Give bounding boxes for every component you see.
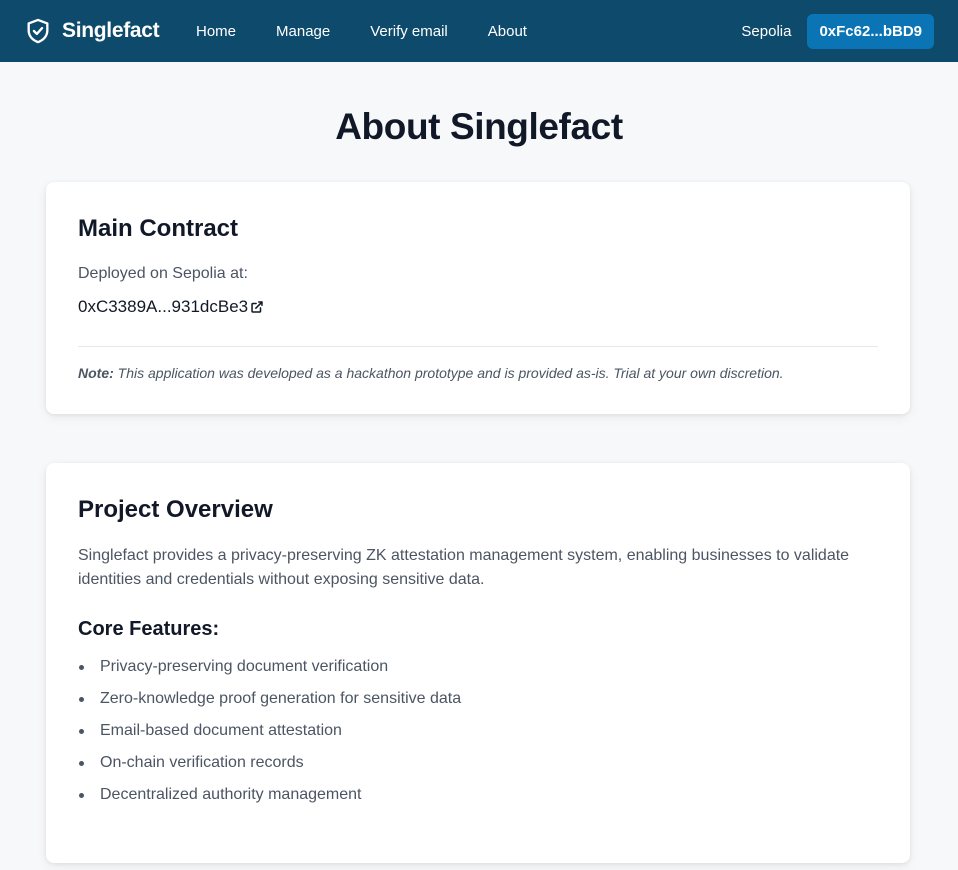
feature-item: Email-based document attestation	[78, 719, 461, 751]
nav-right: Sepolia 0xFc62...bBD9	[741, 13, 934, 49]
note-text: This application was developed as a hack…	[117, 365, 784, 381]
feature-item: Decentralized authority management	[78, 783, 461, 815]
project-description: Singlefact provides a privacy-preserving…	[78, 547, 850, 588]
page-title: About Singlefact	[335, 106, 623, 147]
main-contract-heading: Main Contract	[78, 215, 239, 242]
divider	[78, 346, 878, 347]
wallet-account-button[interactable]: 0xFc62...bBD9	[807, 13, 934, 49]
core-features-heading: Core Features:	[78, 618, 220, 640]
project-overview-card: Project Overview Singlefact provides a p…	[46, 463, 910, 863]
feature-item: Zero-knowledge proof generation for sens…	[78, 687, 461, 719]
brand-name: Singlefact	[62, 19, 160, 42]
note-label: Note:	[78, 365, 114, 381]
brand-logo-link[interactable]: Singlefact	[24, 17, 196, 45]
nav-links: Home Manage Verify email About	[196, 23, 567, 40]
contract-address-link[interactable]: 0xC3389A...931dcBe3	[78, 297, 264, 317]
contract-address: 0xC3389A...931dcBe3	[78, 297, 249, 316]
feature-item: On-chain verification records	[78, 751, 461, 783]
main-contract-card: Main Contract Deployed on Sepolia at: 0x…	[46, 182, 910, 414]
network-indicator: Sepolia	[741, 22, 792, 40]
nav-link-manage[interactable]: Manage	[276, 23, 330, 40]
deployed-label: Deployed on Sepolia at:	[78, 265, 248, 282]
disclaimer-note: Note: This application was developed as …	[78, 365, 784, 381]
project-overview-heading: Project Overview	[78, 496, 273, 523]
shield-check-icon	[24, 17, 52, 45]
external-link-icon	[250, 300, 264, 314]
core-features-list: Privacy-preserving document verification…	[78, 655, 461, 815]
top-navbar: Singlefact Home Manage Verify email Abou…	[0, 0, 958, 62]
nav-link-home[interactable]: Home	[196, 23, 236, 40]
feature-item: Privacy-preserving document verification	[78, 655, 461, 687]
nav-link-about[interactable]: About	[488, 23, 527, 40]
nav-link-verify-email[interactable]: Verify email	[370, 23, 448, 40]
